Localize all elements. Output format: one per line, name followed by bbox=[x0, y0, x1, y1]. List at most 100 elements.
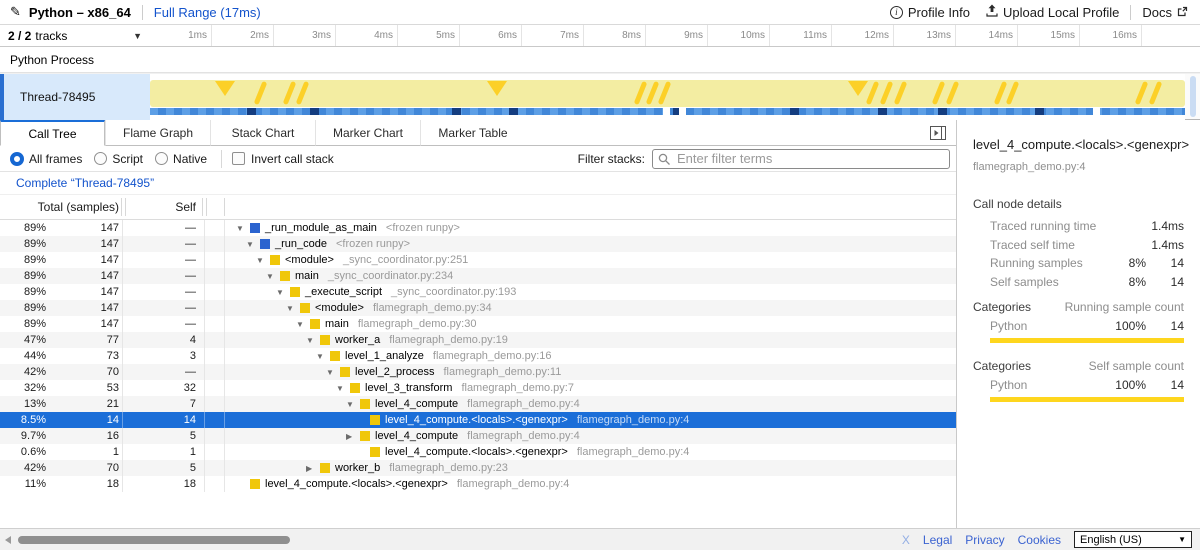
category-square-icon bbox=[320, 335, 330, 345]
process-label: Python Process bbox=[10, 53, 94, 67]
table-row[interactable]: 42%705▶worker_bflamegraph_demo.py:23 bbox=[0, 460, 956, 476]
tracks-vertical-scrollbar[interactable] bbox=[1190, 76, 1196, 117]
table-row[interactable]: 9.7%165▶level_4_computeflamegraph_demo.p… bbox=[0, 428, 956, 444]
ruler-tick: 12ms bbox=[832, 25, 894, 46]
indent bbox=[225, 420, 356, 421]
footer-link-legal[interactable]: Legal bbox=[923, 533, 952, 547]
docs-link[interactable]: Docs bbox=[1142, 5, 1188, 20]
profile-info-button[interactable]: i Profile Info bbox=[890, 5, 970, 20]
ruler-tick: 10ms bbox=[708, 25, 770, 46]
track-marker-slash bbox=[658, 81, 672, 105]
tab-marker-table[interactable]: Marker Table bbox=[420, 120, 525, 146]
tab-stack-chart[interactable]: Stack Chart bbox=[210, 120, 315, 146]
tab-call-tree[interactable]: Call Tree bbox=[0, 120, 105, 146]
table-row[interactable]: 47%774▼worker_aflamegraph_demo.py:19 bbox=[0, 332, 956, 348]
invert-call-stack-checkbox[interactable] bbox=[232, 152, 245, 165]
expand-arrow-icon[interactable]: ▼ bbox=[336, 384, 350, 393]
radio-script[interactable] bbox=[94, 152, 107, 165]
category-bar bbox=[990, 397, 1184, 402]
filter-stacks-label: Filter stacks: bbox=[578, 152, 645, 166]
expand-arrow-icon[interactable]: ▼ bbox=[316, 352, 330, 361]
expand-arrow-icon[interactable]: ▼ bbox=[286, 304, 300, 313]
thread-track[interactable]: Thread-78495 bbox=[0, 74, 1200, 120]
scroll-left-icon[interactable] bbox=[5, 536, 11, 544]
expand-arrow-icon[interactable]: ▼ bbox=[236, 224, 250, 233]
expand-arrow-icon[interactable]: ▼ bbox=[266, 272, 280, 281]
function-location: <frozen runpy> bbox=[386, 222, 460, 234]
table-row[interactable]: 89%147—▼mainflamegraph_demo.py:30 bbox=[0, 316, 956, 332]
expand-arrow-icon[interactable]: ▶ bbox=[306, 464, 320, 473]
indent bbox=[225, 324, 296, 325]
sidebar-function-name: level_4_compute.<locals>.<genexpr> bbox=[973, 137, 1190, 152]
full-range-link[interactable]: Full Range (17ms) bbox=[154, 5, 261, 20]
table-row[interactable]: 8.5%1414level_4_compute.<locals>.<genexp… bbox=[0, 412, 956, 428]
table-row[interactable]: 0.6%11level_4_compute.<locals>.<genexpr>… bbox=[0, 444, 956, 460]
thread-activity-canvas[interactable] bbox=[150, 74, 1185, 120]
category-row: Python100%14 bbox=[973, 316, 1184, 336]
horizontal-scrollbar-thumb[interactable] bbox=[18, 536, 290, 544]
row-tree-cell: ▼worker_aflamegraph_demo.py:19 bbox=[225, 332, 956, 348]
language-select[interactable]: English (US) ▼ bbox=[1074, 531, 1192, 548]
expand-arrow-icon[interactable]: ▼ bbox=[306, 336, 320, 345]
row-self-samples: — bbox=[125, 236, 196, 252]
table-row[interactable]: 89%147—▼main_sync_coordinator.py:234 bbox=[0, 268, 956, 284]
table-row[interactable]: 42%70—▼level_2_processflamegraph_demo.py… bbox=[0, 364, 956, 380]
cpu-busy-segment bbox=[878, 108, 887, 115]
expand-arrow-icon[interactable]: ▶ bbox=[346, 432, 360, 441]
category-block: CategoriesRunning sample countPython100%… bbox=[973, 298, 1184, 343]
row-self-samples: — bbox=[125, 268, 196, 284]
table-row[interactable]: 11%1818level_4_compute.<locals>.<genexpr… bbox=[0, 476, 956, 492]
footer-link-privacy[interactable]: Privacy bbox=[965, 533, 1004, 547]
range-breadcrumb: Complete “Thread-78495” bbox=[0, 172, 956, 195]
expand-arrow-icon[interactable]: ▼ bbox=[296, 320, 310, 329]
complete-range-link[interactable]: Complete “Thread-78495” bbox=[16, 176, 154, 190]
expand-arrow-icon[interactable]: ▼ bbox=[346, 400, 360, 409]
call-node-details-heading: Call node details bbox=[973, 197, 1062, 211]
table-row[interactable]: 89%147—▼<module>flamegraph_demo.py:34 bbox=[0, 300, 956, 316]
function-name: <module> bbox=[315, 302, 364, 314]
table-row[interactable]: 89%147—▼_run_module_as_main<frozen runpy… bbox=[0, 220, 956, 236]
column-divider bbox=[204, 412, 205, 428]
footer-link-cookies[interactable]: Cookies bbox=[1018, 533, 1061, 547]
filter-stacks-input[interactable] bbox=[652, 149, 950, 169]
footer-link-x[interactable]: X bbox=[902, 533, 910, 547]
row-total-samples: 53 bbox=[46, 380, 119, 396]
upload-profile-button[interactable]: Upload Local Profile bbox=[986, 4, 1119, 20]
ruler-tick: 2ms bbox=[212, 25, 274, 46]
language-value: English (US) bbox=[1080, 534, 1142, 546]
column-header-self[interactable]: Self bbox=[125, 195, 196, 220]
column-divider bbox=[204, 428, 205, 444]
function-location: flamegraph_demo.py:19 bbox=[389, 334, 508, 346]
tab-marker-chart[interactable]: Marker Chart bbox=[315, 120, 420, 146]
expand-arrow-icon[interactable]: ▼ bbox=[326, 368, 340, 377]
row-total-samples: 77 bbox=[46, 332, 119, 348]
category-square-icon bbox=[260, 239, 270, 249]
indent bbox=[225, 244, 246, 245]
open-sidebar-icon[interactable] bbox=[930, 126, 946, 140]
column-divider bbox=[202, 198, 203, 216]
column-header-total[interactable]: Total (samples) bbox=[0, 195, 119, 220]
radio-native[interactable] bbox=[155, 152, 168, 165]
column-divider bbox=[204, 476, 205, 492]
process-track-header[interactable]: Python Process bbox=[0, 47, 1200, 73]
expand-arrow-icon[interactable]: ▼ bbox=[276, 288, 290, 297]
function-location: <frozen runpy> bbox=[336, 238, 410, 250]
thread-track-label[interactable]: Thread-78495 bbox=[4, 74, 150, 120]
table-row[interactable]: 89%147—▼_run_code<frozen runpy> bbox=[0, 236, 956, 252]
header-actions: i Profile Info Upload Local Profile Docs bbox=[874, 4, 1200, 20]
tracks-visibility-dropdown[interactable]: 2 / 2 tracks ▼ bbox=[0, 25, 150, 46]
detail-row: Traced self time1.4ms bbox=[973, 236, 1184, 255]
column-divider bbox=[204, 316, 205, 332]
table-row[interactable]: 89%147—▼<module>_sync_coordinator.py:251 bbox=[0, 252, 956, 268]
row-self-samples: 5 bbox=[125, 428, 196, 444]
radio-all-frames[interactable] bbox=[10, 152, 24, 166]
edit-profile-name-icon[interactable]: ✎ bbox=[10, 4, 21, 20]
table-row[interactable]: 32%5332▼level_3_transformflamegraph_demo… bbox=[0, 380, 956, 396]
expand-arrow-icon[interactable]: ▼ bbox=[246, 240, 260, 249]
table-row[interactable]: 13%217▼level_4_computeflamegraph_demo.py… bbox=[0, 396, 956, 412]
expand-arrow-icon[interactable]: ▼ bbox=[256, 256, 270, 265]
row-total-percent: 42% bbox=[0, 460, 46, 476]
table-row[interactable]: 44%733▼level_1_analyzeflamegraph_demo.py… bbox=[0, 348, 956, 364]
tab-flame-graph[interactable]: Flame Graph bbox=[105, 120, 210, 146]
table-row[interactable]: 89%147—▼_execute_script_sync_coordinator… bbox=[0, 284, 956, 300]
